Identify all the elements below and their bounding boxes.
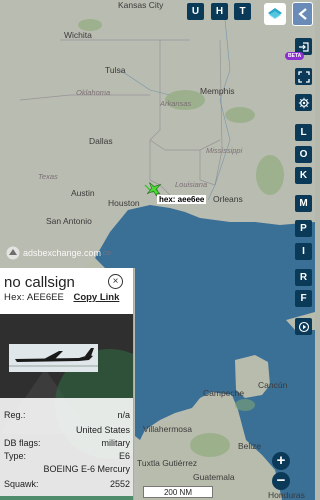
city-label: Orleans (213, 194, 243, 204)
city-label: Belize (238, 441, 262, 451)
field-value: military (101, 438, 131, 448)
adsbexchange-logo: adsbexchange.com (6, 246, 101, 260)
scale-bar: 200 NM (143, 486, 213, 498)
replay-button[interactable] (295, 318, 312, 335)
field-label: Reg.: (4, 410, 26, 420)
city-label: Dallas (89, 136, 113, 146)
gear-icon (298, 97, 309, 108)
close-button[interactable]: × (108, 274, 123, 289)
field-label: DB flags: (4, 438, 41, 448)
field-label: Squawk: (4, 479, 39, 489)
fullscreen-icon (297, 70, 310, 83)
field-label: Type: (4, 451, 27, 461)
button-r[interactable]: R (295, 269, 312, 286)
zoom-out-button[interactable]: − (272, 472, 290, 490)
button-l[interactable]: L (295, 124, 312, 141)
fullscreen-button[interactable] (295, 68, 312, 85)
button-i[interactable]: I (295, 243, 312, 260)
state-label: Mississippi (206, 146, 243, 155)
button-k[interactable]: K (295, 167, 312, 184)
city-label: Campeche (203, 388, 245, 398)
login-icon (298, 41, 309, 52)
city-label: Tuxtla Gutiérrez (137, 458, 198, 468)
city-label: Tulsa (105, 65, 126, 75)
button-m[interactable]: M (295, 195, 312, 212)
button-f[interactable]: F (295, 290, 312, 307)
city-label: Honduras (268, 490, 305, 500)
settings-button[interactable] (295, 94, 312, 111)
aircraft-photo-image (9, 344, 98, 372)
layers-button[interactable] (264, 3, 286, 25)
state-label: Texas (38, 172, 58, 181)
city-label: San Antonio (46, 216, 92, 226)
beta-badge: BETA (285, 52, 305, 60)
chevron-left-icon (297, 8, 307, 20)
city-label: Villahermosa (143, 424, 192, 434)
hex-line: Hex: AEE6EE Copy Link (4, 292, 129, 303)
city-label: Houston (108, 198, 140, 208)
state-label: Oklahoma (76, 88, 111, 97)
collapse-sidebar-button[interactable] (292, 2, 313, 26)
city-label: Guatemala (193, 472, 235, 482)
button-t[interactable]: T (234, 3, 251, 20)
field-value: E6 (118, 451, 130, 461)
field-value: United States (75, 425, 130, 435)
state-label: Louisiana (175, 180, 208, 189)
city-label: Austin (71, 188, 95, 198)
hex-value: AEE6EE (26, 292, 64, 303)
state-label: Arkansas (160, 99, 192, 108)
city-label: Kansas City (118, 0, 164, 10)
logo-icon (6, 246, 20, 260)
button-h[interactable]: H (211, 3, 228, 20)
field-value: BOEING E-6 Mercury (43, 464, 130, 474)
layers-icon (268, 8, 282, 19)
city-label: Memphis (200, 86, 235, 96)
city-label: Wichita (64, 30, 92, 40)
replay-icon (298, 321, 309, 332)
panel-bottom-strip (0, 496, 133, 500)
field-value: n/a (117, 410, 130, 420)
button-o[interactable]: O (295, 146, 312, 163)
logo-text: adsbexchange.com (23, 248, 102, 258)
panel-header: no callsign Hex: AEE6EE Copy Link × (0, 268, 133, 314)
close-icon: × (112, 276, 119, 287)
state-label: co (103, 248, 111, 257)
copy-link[interactable]: Copy Link (73, 292, 119, 303)
button-p[interactable]: P (295, 220, 312, 237)
zoom-in-button[interactable]: + (272, 452, 290, 470)
aircraft-photo[interactable] (9, 344, 98, 372)
city-label: Cancún (258, 380, 288, 390)
button-u[interactable]: U (187, 3, 204, 20)
aircraft-label[interactable]: hex: aee6ee (157, 195, 207, 204)
aircraft-info-panel: no callsign Hex: AEE6EE Copy Link × Reg.… (0, 268, 134, 500)
hex-label: Hex: (4, 292, 25, 303)
field-value: 2552 (109, 479, 130, 489)
